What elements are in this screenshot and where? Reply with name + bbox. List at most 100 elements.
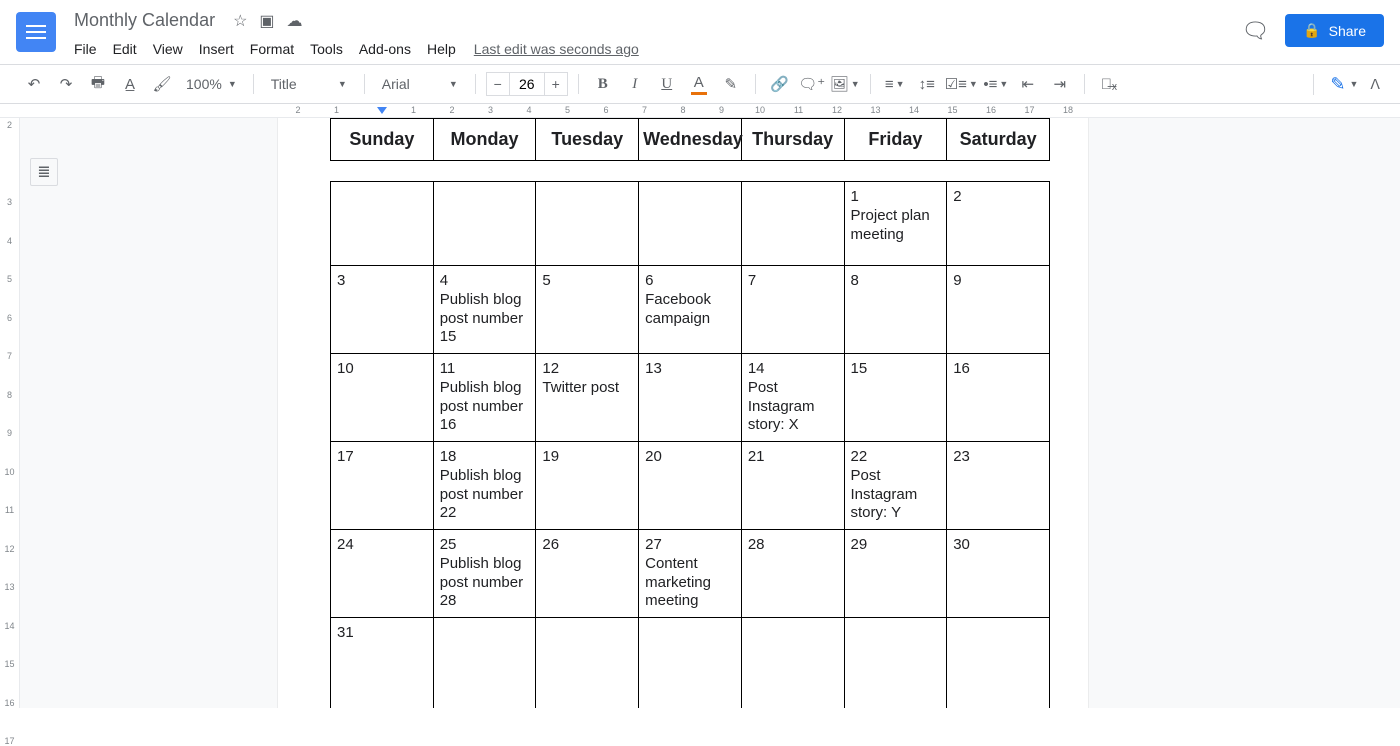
calendar-cell[interactable]: [844, 618, 947, 709]
calendar-cell[interactable]: [741, 618, 844, 709]
ruler-tick: 6: [7, 313, 12, 323]
calendar-cell[interactable]: 2: [947, 182, 1050, 266]
vertical-ruler[interactable]: 234567891011121314151617: [0, 118, 20, 708]
calendar-cell[interactable]: 17: [331, 442, 434, 530]
horizontal-ruler[interactable]: 21123456789101112131415161718: [0, 104, 1400, 118]
calendar-cell[interactable]: 18Publish blog post number 22: [433, 442, 536, 530]
paint-format-button[interactable]: 🖌: [148, 70, 176, 98]
calendar-cell[interactable]: 7: [741, 266, 844, 354]
calendar-cell[interactable]: 10: [331, 354, 434, 442]
menu-edit[interactable]: Edit: [107, 37, 143, 61]
calendar-cell[interactable]: 20: [639, 442, 742, 530]
calendar-cell[interactable]: 25Publish blog post number 28: [433, 530, 536, 618]
collapse-toolbar-button[interactable]: ᐱ: [1370, 76, 1380, 93]
underline-button[interactable]: U: [653, 70, 681, 98]
cloud-status-icon[interactable]: ☁: [287, 11, 303, 31]
calendar-cell[interactable]: [331, 182, 434, 266]
highlight-button[interactable]: ✎: [717, 70, 745, 98]
calendar-header-cell[interactable]: Wednesday: [639, 119, 742, 161]
calendar-cell[interactable]: 22Post Instagram story: Y: [844, 442, 947, 530]
calendar-cell[interactable]: 9: [947, 266, 1050, 354]
share-button[interactable]: 🔒 Share: [1285, 14, 1384, 47]
font-size-input[interactable]: [510, 72, 544, 96]
menu-help[interactable]: Help: [421, 37, 462, 61]
calendar-cell[interactable]: 4Publish blog post number 15: [433, 266, 536, 354]
text-color-button[interactable]: A: [685, 70, 713, 98]
calendar-cell[interactable]: 3: [331, 266, 434, 354]
calendar-cell[interactable]: 5: [536, 266, 639, 354]
menu-view[interactable]: View: [147, 37, 189, 61]
calendar-header-cell[interactable]: Tuesday: [536, 119, 639, 161]
redo-button[interactable]: ↷: [52, 70, 80, 98]
calendar-cell[interactable]: [741, 182, 844, 266]
align-button[interactable]: ≡▼: [881, 70, 909, 98]
undo-button[interactable]: ↶: [20, 70, 48, 98]
calendar-cell[interactable]: 14Post Instagram story: X: [741, 354, 844, 442]
menu-format[interactable]: Format: [244, 37, 300, 61]
last-edit-link[interactable]: Last edit was seconds ago: [474, 41, 639, 57]
calendar-cell[interactable]: [536, 618, 639, 709]
calendar-cell[interactable]: 29: [844, 530, 947, 618]
calendar-header-cell[interactable]: Monday: [433, 119, 536, 161]
insert-comment-button[interactable]: 🗨⁺: [798, 70, 826, 98]
calendar-cell[interactable]: 13: [639, 354, 742, 442]
calendar-cell[interactable]: 31: [331, 618, 434, 709]
indent-decrease-button[interactable]: ⇤: [1014, 70, 1042, 98]
calendar-cell[interactable]: 19: [536, 442, 639, 530]
calendar-cell[interactable]: 6Facebook campaign: [639, 266, 742, 354]
comments-icon[interactable]: 🗨: [1241, 18, 1269, 44]
bulleted-list-button[interactable]: •≡▼: [982, 70, 1010, 98]
checklist-button[interactable]: ☑≡▼: [945, 70, 978, 98]
calendar-cell[interactable]: 26: [536, 530, 639, 618]
move-icon[interactable]: ▣: [259, 11, 274, 31]
indent-increase-button[interactable]: ⇥: [1046, 70, 1074, 98]
font-size-decrease[interactable]: −: [486, 72, 510, 96]
menu-insert[interactable]: Insert: [193, 37, 240, 61]
calendar-cell[interactable]: [536, 182, 639, 266]
page-scroll-area[interactable]: SundayMondayTuesdayWednesdayThursdayFrid…: [68, 118, 1400, 708]
calendar-cell[interactable]: 24: [331, 530, 434, 618]
calendar-cell[interactable]: 23: [947, 442, 1050, 530]
menu-file[interactable]: File: [68, 37, 103, 61]
calendar-cell[interactable]: [433, 182, 536, 266]
calendar-cell[interactable]: 16: [947, 354, 1050, 442]
calendar-cell[interactable]: 12Twitter post: [536, 354, 639, 442]
calendar-header-cell[interactable]: Sunday: [331, 119, 434, 161]
calendar-cell[interactable]: 30: [947, 530, 1050, 618]
calendar-header-cell[interactable]: Saturday: [947, 119, 1050, 161]
spellcheck-button[interactable]: A̲: [116, 70, 144, 98]
calendar-cell[interactable]: 15: [844, 354, 947, 442]
clear-formatting-button[interactable]: Ｔ̶ₓ: [1095, 70, 1123, 98]
calendar-header-cell[interactable]: Friday: [844, 119, 947, 161]
zoom-select[interactable]: 100% ▼: [180, 76, 243, 92]
indent-marker-icon[interactable]: [377, 107, 387, 114]
calendar-cell[interactable]: [947, 618, 1050, 709]
menu-addons[interactable]: Add-ons: [353, 37, 417, 61]
calendar-cell[interactable]: [433, 618, 536, 709]
star-icon[interactable]: ☆: [233, 11, 247, 31]
paragraph-style-select[interactable]: Title ▼: [264, 71, 354, 97]
document-outline-button[interactable]: ≣: [30, 158, 58, 186]
calendar-cell[interactable]: 8: [844, 266, 947, 354]
font-size-increase[interactable]: +: [544, 72, 568, 96]
italic-button[interactable]: I: [621, 70, 649, 98]
calendar-cell[interactable]: 11Publish blog post number 16: [433, 354, 536, 442]
calendar-cell[interactable]: [639, 618, 742, 709]
calendar-cell[interactable]: 27Content marketing meeting: [639, 530, 742, 618]
line-spacing-button[interactable]: ↕≡: [913, 70, 941, 98]
insert-image-button[interactable]: 🖼▼: [830, 70, 860, 98]
calendar-header-cell[interactable]: Thursday: [741, 119, 844, 161]
calendar-cell[interactable]: 28: [741, 530, 844, 618]
bold-button[interactable]: B: [589, 70, 617, 98]
document-title[interactable]: Monthly Calendar: [68, 8, 221, 33]
calendar-cell[interactable]: 21: [741, 442, 844, 530]
calendar-cell[interactable]: 1Project plan meeting: [844, 182, 947, 266]
print-button[interactable]: 🖶: [84, 70, 112, 98]
insert-link-button[interactable]: 🔗: [766, 70, 794, 98]
calendar-cell[interactable]: [639, 182, 742, 266]
docs-logo-icon[interactable]: [16, 12, 56, 52]
menu-tools[interactable]: Tools: [304, 37, 349, 61]
font-family-select[interactable]: Arial ▼: [375, 71, 465, 97]
editing-mode-button[interactable]: ✎ ▼: [1313, 74, 1358, 95]
document-page[interactable]: SundayMondayTuesdayWednesdayThursdayFrid…: [278, 118, 1088, 708]
